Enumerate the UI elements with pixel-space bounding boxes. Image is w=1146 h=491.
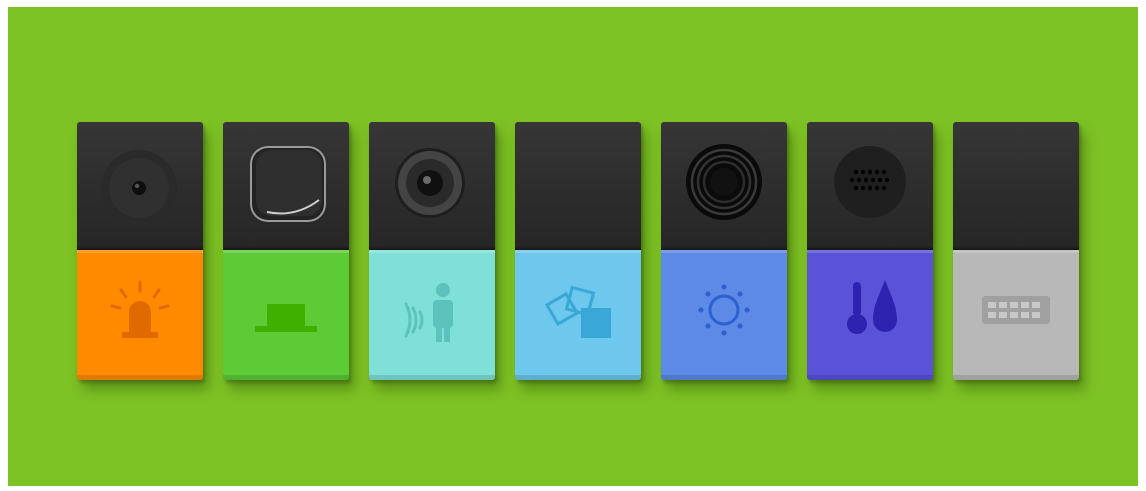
module-top (369, 122, 495, 250)
module-row (77, 122, 1079, 380)
keyboard-icon (982, 296, 1050, 324)
move-module-color (515, 250, 641, 380)
push-button-icon (250, 146, 326, 222)
module-top (661, 122, 787, 250)
module-top (77, 122, 203, 250)
led-module-color (77, 250, 203, 380)
green-backdrop (8, 7, 1138, 486)
motion-module-color (369, 250, 495, 380)
temperature-humidity-module[interactable] (807, 122, 933, 380)
brightness-module[interactable] (661, 122, 787, 380)
module-top (953, 122, 1079, 250)
motion-module[interactable] (369, 122, 495, 380)
buzzer-grille-icon (686, 144, 762, 220)
motion-sensor-icon (404, 283, 453, 342)
temperature-humidity-icon (847, 280, 897, 334)
led-module[interactable] (77, 122, 203, 380)
push-button-symbol-icon (255, 304, 317, 332)
gpio-module[interactable] (953, 122, 1079, 380)
module-top (515, 122, 641, 250)
module-top (807, 122, 933, 250)
move-icon (544, 285, 611, 338)
temperature-humidity-module-color (807, 250, 933, 380)
led-lens-icon (101, 150, 177, 226)
gpio-module-color (953, 250, 1079, 380)
camera-lens-icon (395, 148, 465, 218)
move-module[interactable] (515, 122, 641, 380)
button-module[interactable] (223, 122, 349, 380)
siren-icon (110, 280, 170, 338)
brightness-icon (698, 284, 750, 336)
button-module-color (223, 250, 349, 380)
speaker-holes-icon (834, 146, 906, 218)
brightness-module-color (661, 250, 787, 380)
module-top (223, 122, 349, 250)
